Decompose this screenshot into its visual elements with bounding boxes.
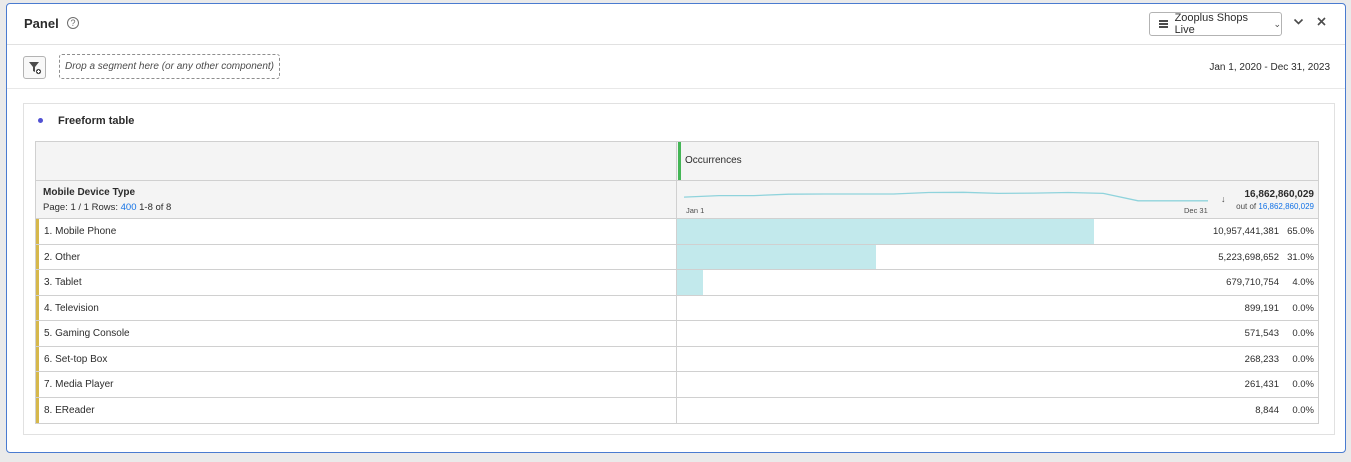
pager-prefix: Page: 1 / 1 Rows: (43, 202, 118, 213)
row-label[interactable]: 7. Media Player (44, 379, 113, 390)
row-value: 268,233 (1244, 353, 1279, 365)
segment-drop-zone[interactable]: Drop a segment here (or any other compon… (59, 54, 280, 79)
table-row[interactable]: 3. Tablet 679,710,754 4.0% (36, 270, 1318, 296)
table-row[interactable]: 8. EReader 8,844 0.0% (36, 397, 1318, 423)
row-percent-bar (677, 219, 1094, 244)
row-percent: 0.0% (1292, 404, 1314, 416)
row-dimension-cell (36, 244, 677, 269)
row-dimension-cell (36, 346, 677, 371)
row-percent: 65.0% (1287, 226, 1314, 237)
row-percent: 0.0% (1292, 328, 1314, 339)
total-subtext: out of 16,862,860,029 (1236, 202, 1314, 211)
row-color-marker (36, 219, 39, 244)
metric-header[interactable]: Occurrences (685, 155, 742, 166)
table-row[interactable]: 7. Media Player 261,431 0.0% (36, 372, 1318, 398)
help-circle-icon[interactable]: ? (67, 17, 79, 29)
freeform-table-card: Freeform table Occurrences Mobile Device… (23, 103, 1335, 435)
row-label[interactable]: 2. Other (44, 252, 80, 263)
dimension-header-spacer (36, 142, 677, 180)
total-prefix: out of (1236, 202, 1257, 211)
panel: Panel ? Zooplus Shops Live ⌄ Drop a segm… (6, 3, 1346, 453)
chevron-down-icon[interactable] (1293, 16, 1304, 30)
report-suite-label: Zooplus Shops Live (1174, 12, 1248, 36)
row-label[interactable]: 3. Tablet (44, 277, 82, 288)
row-dimension-cell (36, 295, 677, 320)
row-percent: 31.0% (1287, 251, 1314, 263)
row-dimension-cell (36, 372, 677, 397)
sparkline (684, 191, 1208, 202)
panel-title: Panel (24, 16, 59, 31)
row-value: 899,191 (1244, 302, 1279, 314)
row-color-marker (36, 397, 39, 423)
dimension-title[interactable]: Mobile Device Type (43, 187, 135, 198)
metric-header-row: Occurrences (36, 142, 1318, 181)
row-value: 5,223,698,652 (1218, 251, 1279, 263)
row-color-marker (36, 244, 39, 269)
list-icon (1159, 20, 1168, 28)
row-value: 571,543 (1244, 328, 1279, 339)
segment-filter-icon (29, 62, 42, 75)
row-label[interactable]: 4. Television (44, 303, 99, 314)
segment-filter-button[interactable] (23, 56, 46, 79)
dimension-header: Mobile Device Type Page: 1 / 1 Rows: 400… (36, 181, 677, 218)
row-percent: 0.0% (1292, 302, 1314, 314)
pagination: Page: 1 / 1 Rows: 400 1-8 of 8 (43, 202, 171, 213)
row-label[interactable]: 1. Mobile Phone (44, 226, 116, 237)
row-label[interactable]: 5. Gaming Console (44, 328, 130, 339)
row-percent-bar (677, 270, 703, 295)
visualization-status-dot[interactable] (38, 118, 43, 123)
row-color-marker (36, 372, 39, 397)
row-value: 261,431 (1244, 379, 1279, 390)
row-color-marker (36, 321, 39, 346)
sparkline-end-label: Dec 31 (1184, 206, 1208, 215)
close-icon[interactable] (1316, 16, 1327, 30)
toolbar: Drop a segment here (or any other compon… (7, 45, 1345, 89)
sparkline-series (684, 191, 1208, 202)
row-percent: 0.0% (1292, 353, 1314, 365)
row-percent: 4.0% (1292, 277, 1314, 288)
table-row[interactable]: 4. Television 899,191 0.0% (36, 295, 1318, 321)
report-suite-select[interactable]: Zooplus Shops Live ⌄ (1149, 12, 1282, 36)
row-percent-bar (677, 244, 876, 269)
table-row[interactable]: 2. Other 5,223,698,652 31.0% (36, 244, 1318, 270)
row-dimension-cell (36, 270, 677, 295)
freeform-table-title[interactable]: Freeform table (58, 115, 134, 127)
row-color-marker (36, 346, 39, 371)
date-range[interactable]: Jan 1, 2020 - Dec 31, 2023 (1209, 62, 1330, 73)
table-body: 1. Mobile Phone 10,957,441,381 65.0% 2. Oth… (36, 219, 1318, 423)
sort-descending-icon[interactable]: ↓ (1221, 194, 1226, 204)
row-dimension-cell (36, 397, 677, 423)
row-value: 679,710,754 (1226, 277, 1279, 288)
table-row[interactable]: 1. Mobile Phone 10,957,441,381 65.0% (36, 219, 1318, 245)
pager-range: 1-8 of 8 (139, 202, 172, 213)
row-value: 8,844 (1255, 404, 1279, 416)
row-value: 10,957,441,381 (1212, 226, 1279, 237)
drop-zone-label: Drop a segment here (or any other compon… (65, 61, 274, 72)
total-of-value: 16,862,860,029 (1258, 202, 1314, 211)
row-dimension-cell (36, 219, 677, 244)
total-row: Mobile Device Type Page: 1 / 1 Rows: 400… (36, 181, 1318, 219)
row-color-marker (36, 295, 39, 320)
metric-color-marker (678, 142, 681, 180)
rows-per-page-select[interactable]: 400 (121, 202, 137, 213)
total-value: 16,862,860,029 (1244, 189, 1314, 200)
chevron-down-icon: ⌄ (1273, 18, 1281, 29)
panel-header: Panel ? Zooplus Shops Live ⌄ (7, 4, 1345, 45)
row-dimension-cell (36, 321, 677, 346)
row-label[interactable]: 8. EReader (44, 405, 95, 416)
table-row[interactable]: 6. Set-top Box 268,233 0.0% (36, 346, 1318, 372)
freeform-table: Occurrences Mobile Device Type Page: 1 /… (35, 141, 1319, 424)
sparkline-start-label: Jan 1 (686, 206, 705, 215)
row-label[interactable]: 6. Set-top Box (44, 354, 107, 365)
row-color-marker (36, 270, 39, 295)
row-percent: 0.0% (1292, 379, 1314, 390)
table-row[interactable]: 5. Gaming Console 571,543 0.0% (36, 321, 1318, 347)
